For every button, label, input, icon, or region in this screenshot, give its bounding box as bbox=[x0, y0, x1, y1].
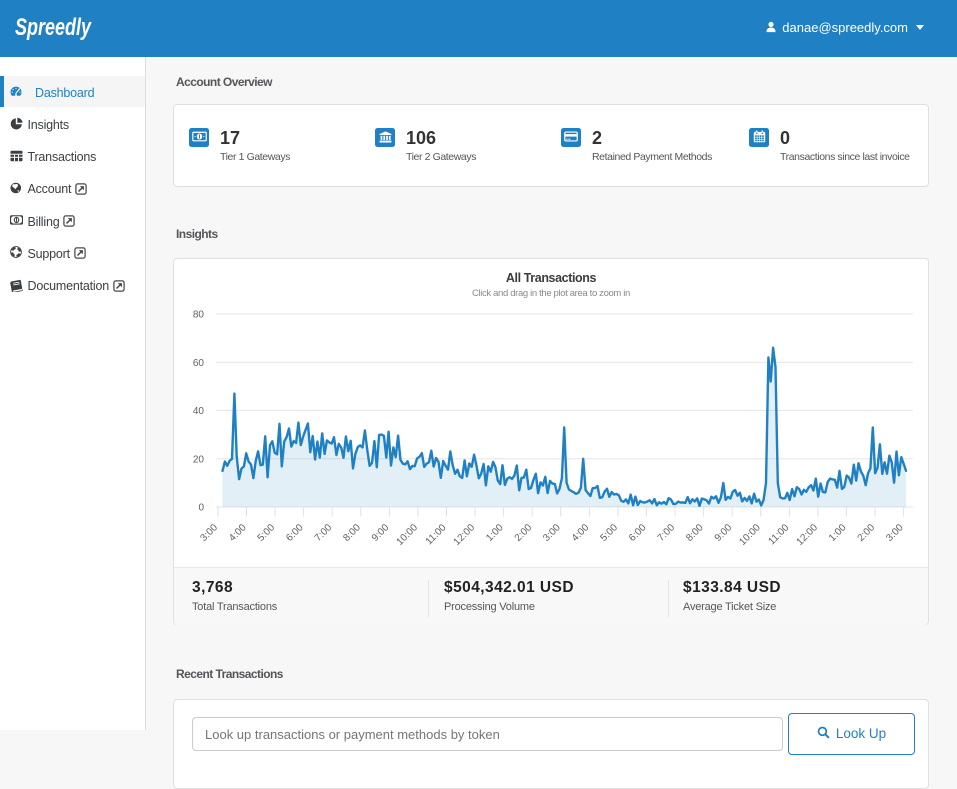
svg-text:11:00: 11:00 bbox=[766, 522, 791, 547]
svg-text:11:00: 11:00 bbox=[424, 522, 449, 547]
svg-text:0: 0 bbox=[198, 503, 204, 514]
svg-text:1:00: 1:00 bbox=[484, 522, 506, 544]
svg-text:3:00: 3:00 bbox=[198, 522, 220, 544]
svg-text:7:00: 7:00 bbox=[656, 522, 678, 544]
svg-text:12:00: 12:00 bbox=[795, 522, 821, 548]
svg-text:9:00: 9:00 bbox=[713, 522, 735, 544]
svg-text:7:00: 7:00 bbox=[313, 522, 335, 544]
svg-text:4:00: 4:00 bbox=[570, 522, 592, 544]
svg-text:10:00: 10:00 bbox=[737, 522, 763, 548]
svg-text:8:00: 8:00 bbox=[684, 522, 706, 544]
svg-text:5:00: 5:00 bbox=[598, 522, 620, 544]
svg-text:40: 40 bbox=[193, 406, 205, 417]
svg-text:20: 20 bbox=[193, 454, 205, 465]
svg-text:5:00: 5:00 bbox=[256, 522, 278, 544]
svg-text:3:00: 3:00 bbox=[541, 522, 563, 544]
svg-text:6:00: 6:00 bbox=[284, 522, 306, 544]
svg-text:4:00: 4:00 bbox=[227, 522, 249, 544]
svg-text:2:00: 2:00 bbox=[513, 522, 535, 544]
svg-text:8:00: 8:00 bbox=[341, 522, 363, 544]
svg-text:2:00: 2:00 bbox=[856, 522, 878, 544]
svg-text:60: 60 bbox=[193, 358, 205, 369]
svg-text:12:00: 12:00 bbox=[452, 522, 478, 548]
svg-text:1:00: 1:00 bbox=[827, 522, 849, 544]
svg-text:3:00: 3:00 bbox=[884, 522, 906, 544]
svg-text:6:00: 6:00 bbox=[627, 522, 649, 544]
svg-text:80: 80 bbox=[193, 310, 205, 321]
svg-text:10:00: 10:00 bbox=[395, 522, 421, 548]
svg-text:9:00: 9:00 bbox=[370, 522, 392, 544]
